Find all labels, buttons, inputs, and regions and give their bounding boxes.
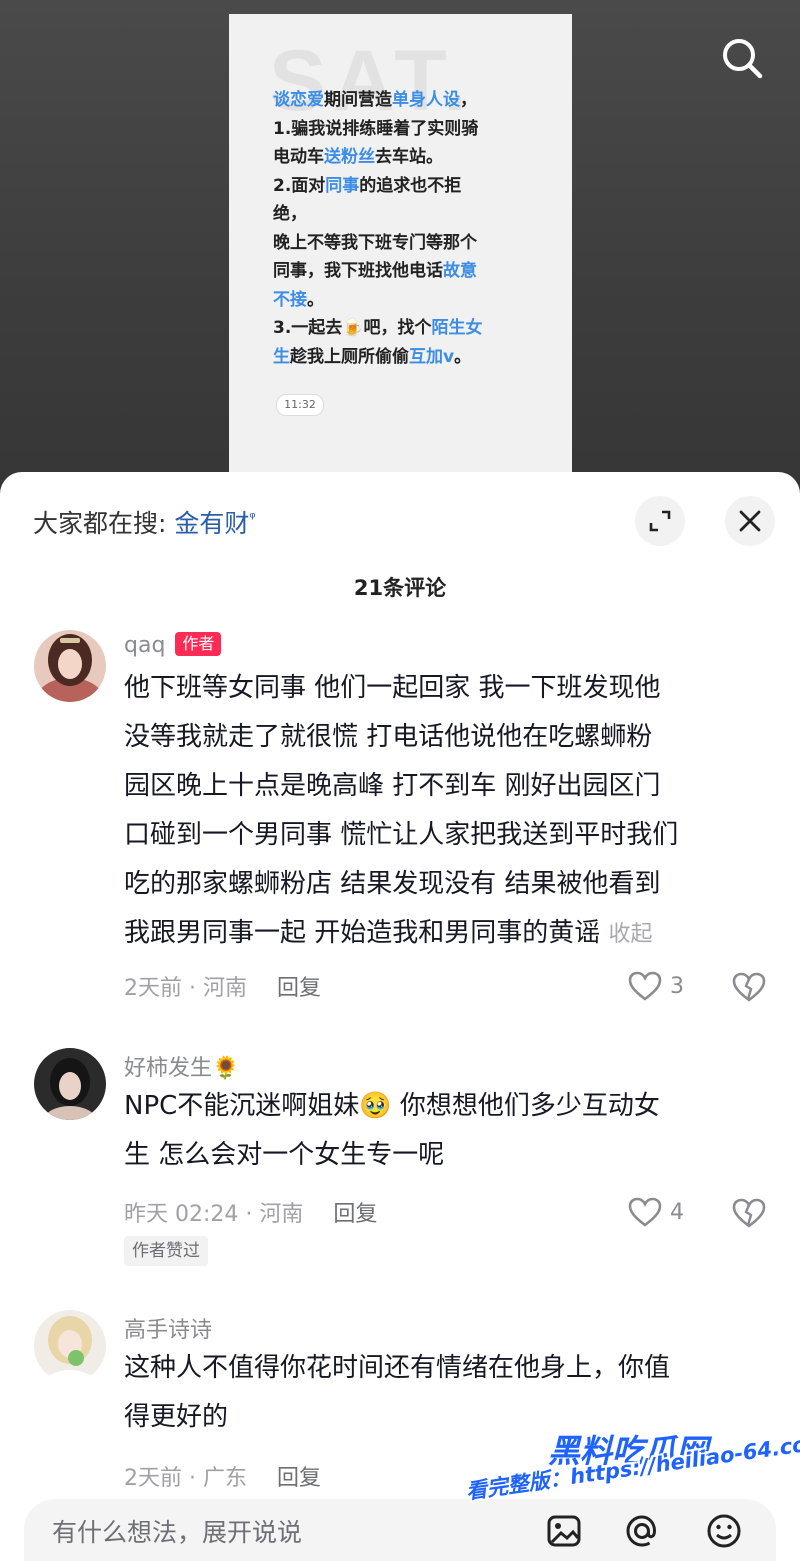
note-segment: 同事，我下班找他电话 bbox=[273, 261, 443, 281]
note-segment: 3.一起去🍺吧，找个 bbox=[273, 318, 432, 338]
note-segment: 去车站。 bbox=[375, 147, 443, 167]
note-segment: 的追求也不拒 bbox=[359, 175, 462, 196]
heart-icon bbox=[628, 1197, 662, 1227]
author-liked-tag: 作者赞过 bbox=[124, 1236, 208, 1266]
collapse-link[interactable]: 收起 bbox=[609, 922, 653, 947]
note-line: 生趁我上厕所偷偷互加v。 bbox=[273, 343, 543, 372]
note-line: 不接。 bbox=[273, 286, 543, 315]
expand-icon bbox=[649, 510, 671, 532]
author-badge: 作者 bbox=[175, 632, 222, 656]
reply-button[interactable]: 回复 bbox=[277, 1466, 321, 1491]
hot-search[interactable]: 大家都在搜: 金有财ᵠ bbox=[33, 504, 256, 540]
comment-line: 吃的那家螺蛳粉店 结果发现没有 结果被他看到 bbox=[124, 869, 661, 899]
like-count: 3 bbox=[670, 973, 684, 999]
broken-heart-icon[interactable] bbox=[732, 970, 766, 1004]
close-button[interactable] bbox=[725, 496, 775, 546]
note-highlight: 同事 bbox=[325, 175, 360, 196]
comment-input[interactable]: 有什么想法，展开说说 bbox=[52, 1513, 302, 1549]
comment-count: 21条评论 bbox=[353, 576, 447, 600]
comment-time-location: 昨天 02:24 · 河南 bbox=[124, 1202, 304, 1227]
comment-line: 他下班等女同事 他们一起回家 我一下班发现他 bbox=[124, 673, 661, 703]
like-button[interactable]: 4 bbox=[628, 1195, 684, 1229]
reply-button[interactable]: 回复 bbox=[333, 1202, 377, 1227]
search-small-icon: ᵠ bbox=[249, 508, 256, 527]
expand-button[interactable] bbox=[635, 496, 685, 546]
note-segment: ， bbox=[460, 90, 477, 110]
note-segment: 2.面对 bbox=[273, 175, 326, 196]
username[interactable]: 高手诗诗 bbox=[124, 1312, 212, 1344]
username[interactable]: qaq 作者 bbox=[124, 632, 222, 658]
close-icon bbox=[739, 510, 761, 532]
username-text: qaq bbox=[124, 633, 166, 658]
avatar[interactable] bbox=[34, 630, 106, 702]
note-line: 2.面对同事的追求也不拒 bbox=[273, 172, 543, 201]
note-segment: 。 bbox=[307, 289, 324, 310]
hot-search-label: 大家都在搜: bbox=[33, 509, 175, 538]
note-line: 谈恋爱期间营造单身人设， bbox=[273, 86, 543, 115]
note-line: 同事，我下班找他电话故意 bbox=[273, 257, 543, 286]
like-count: 4 bbox=[670, 1199, 684, 1225]
note-segment: 1.骗我说排练睡着了实则骑 bbox=[273, 118, 479, 139]
note-line: 电动车送粉丝去车站。 bbox=[273, 143, 543, 172]
comment-line: 得更好的 bbox=[124, 1402, 229, 1432]
note-highlight: 生 bbox=[273, 346, 290, 367]
comment-line: NPC不能沉迷啊姐妹🥹 你想想他们多少互动女 bbox=[124, 1091, 660, 1121]
post-image[interactable]: SAT. 谈恋爱期间营造单身人设， 1.骗我说排练睡着了实则骑 电动车送粉丝去车站。… bbox=[229, 14, 572, 484]
hot-search-keyword[interactable]: 金有财 bbox=[174, 509, 249, 538]
search-icon[interactable] bbox=[718, 34, 766, 82]
note-highlight: 陌生女 bbox=[431, 318, 483, 338]
comment-line: 没等我就走了就很慌 打电话他说他在吃螺蛳粉 bbox=[124, 722, 653, 752]
image-icon[interactable] bbox=[544, 1511, 584, 1551]
username-text: 好柿发生🌻 bbox=[124, 1056, 240, 1081]
username-text: 高手诗诗 bbox=[124, 1318, 213, 1343]
comment-text: 这种人不值得你花时间还有情绪在他身上，你值 得更好的 bbox=[124, 1344, 774, 1442]
comment-line: 生 怎么会对一个女生专一呢 bbox=[124, 1140, 445, 1170]
broken-heart-icon[interactable] bbox=[732, 1196, 766, 1230]
note-highlight: 不接 bbox=[273, 289, 307, 310]
note-highlight: 谈恋爱 bbox=[273, 90, 324, 110]
note-segment: 晚上不等我下班专门等那个 bbox=[273, 232, 477, 253]
note-line: 晚上不等我下班专门等那个 bbox=[273, 229, 543, 258]
note-time: 11:32 bbox=[276, 394, 324, 416]
comment-line: 口碰到一个男同事 慌忙让人家把我送到平时我们 bbox=[124, 820, 679, 850]
comment-item: 好柿发生🌻 NPC不能沉迷啊姐妹🥹 你想想他们多少互动女 生 怎么会对一个女生专… bbox=[0, 1048, 800, 1268]
note-highlight: 互加v bbox=[409, 346, 455, 367]
comment-item: 高手诗诗 这种人不值得你花时间还有情绪在他身上，你值 得更好的 2天前 · 广东… bbox=[0, 1310, 800, 1492]
note-line: 绝， bbox=[273, 200, 543, 229]
username[interactable]: 好柿发生🌻 bbox=[124, 1050, 239, 1082]
comment-line: 这种人不值得你花时间还有情绪在他身上，你值 bbox=[124, 1353, 671, 1383]
comment-text: 他下班等女同事 他们一起回家 我一下班发现他 没等我就走了就很慌 打电话他说他在… bbox=[124, 664, 774, 959]
comment-line: 我跟男同事一起 开始造我和男同事的黄谣 收起 bbox=[124, 909, 774, 959]
comment-meta: 2天前 · 广东 回复 bbox=[124, 1460, 321, 1492]
note-line: 1.骗我说排练睡着了实则骑 bbox=[273, 115, 543, 144]
at-icon[interactable] bbox=[622, 1511, 662, 1551]
note-segment: 。 bbox=[454, 346, 472, 367]
comment-line: 园区晚上十点是晚高峰 打不到车 刚好出园区门 bbox=[124, 771, 661, 801]
comment-meta: 昨天 02:24 · 河南 回复 bbox=[124, 1196, 377, 1228]
comment-time-location: 2天前 · 河南 bbox=[124, 976, 247, 1001]
emoji-icon[interactable] bbox=[704, 1511, 744, 1551]
note-segment: 期间营造 bbox=[324, 90, 392, 110]
avatar[interactable] bbox=[34, 1310, 106, 1382]
note-highlight: 送粉丝 bbox=[324, 147, 375, 167]
heart-icon bbox=[628, 971, 662, 1001]
comment-meta: 2天前 · 河南 回复 bbox=[124, 970, 321, 1002]
note-text: 谈恋爱期间营造单身人设， 1.骗我说排练睡着了实则骑 电动车送粉丝去车站。 2.面对同… bbox=[273, 86, 543, 371]
avatar[interactable] bbox=[34, 1048, 106, 1120]
comment-input-bar[interactable]: 有什么想法，展开说说 bbox=[24, 1499, 776, 1561]
note-highlight: 故意 bbox=[443, 261, 477, 281]
comment-text: NPC不能沉迷啊姐妹🥹 你想想他们多少互动女 生 怎么会对一个女生专一呢 bbox=[124, 1082, 774, 1180]
note-segment: 绝， bbox=[273, 204, 307, 224]
note-highlight: 单身人设 bbox=[392, 90, 460, 110]
reply-button[interactable]: 回复 bbox=[277, 976, 321, 1001]
comment-sheet: 大家都在搜: 金有财ᵠ 21条评论 qaq 作者 他下班等女同事 他们一起回家 … bbox=[0, 472, 800, 1561]
comment-time-location: 2天前 · 广东 bbox=[124, 1466, 247, 1491]
note-segment: 趁我上厕所偷偷 bbox=[290, 346, 409, 367]
note-line: 3.一起去🍺吧，找个陌生女 bbox=[273, 314, 543, 343]
note-segment: 电动车 bbox=[273, 147, 324, 167]
comment-item: qaq 作者 他下班等女同事 他们一起回家 我一下班发现他 没等我就走了就很慌 打… bbox=[0, 630, 800, 1002]
like-button[interactable]: 3 bbox=[628, 969, 684, 1003]
comment-line-text: 我跟男同事一起 开始造我和男同事的黄谣 bbox=[124, 918, 601, 948]
